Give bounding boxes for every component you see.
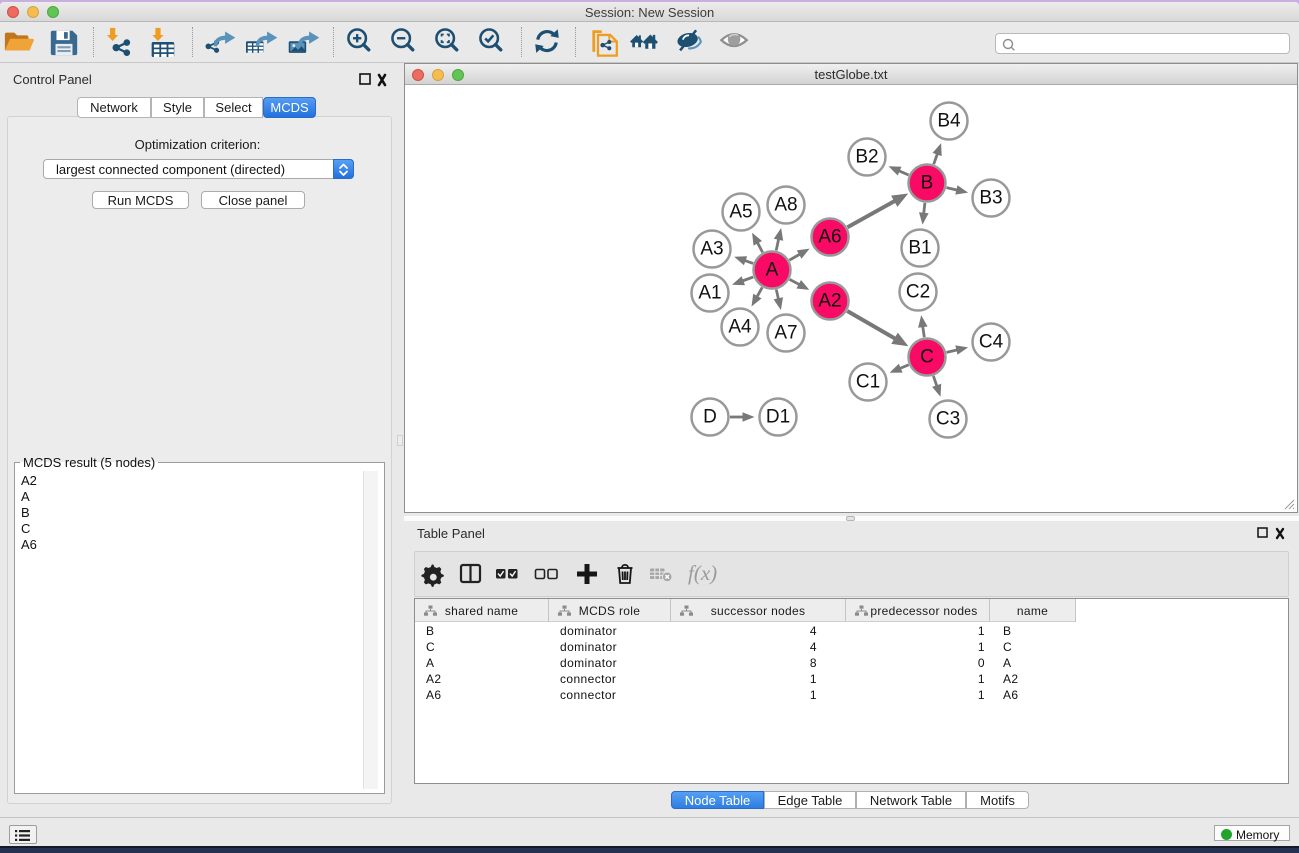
svg-text:C1: C1 xyxy=(856,372,880,393)
svg-text:A1: A1 xyxy=(698,283,721,304)
svg-text:B2: B2 xyxy=(855,147,878,168)
svg-text:D1: D1 xyxy=(766,407,790,428)
svg-text:A8: A8 xyxy=(774,195,797,216)
svg-text:A5: A5 xyxy=(729,202,752,223)
svg-text:A2: A2 xyxy=(818,291,841,312)
svg-text:C2: C2 xyxy=(906,282,930,303)
svg-text:B1: B1 xyxy=(908,238,931,259)
svg-text:A: A xyxy=(766,260,779,281)
svg-text:D: D xyxy=(703,407,717,428)
svg-text:C4: C4 xyxy=(979,332,1004,353)
svg-text:C: C xyxy=(920,347,934,368)
svg-text:B3: B3 xyxy=(979,188,1002,209)
svg-text:f(x): f(x) xyxy=(688,561,717,585)
svg-text:A4: A4 xyxy=(728,317,752,338)
svg-text:B: B xyxy=(921,173,934,194)
svg-text:B4: B4 xyxy=(937,111,961,132)
svg-text:A3: A3 xyxy=(700,239,723,260)
svg-text:C3: C3 xyxy=(936,409,960,430)
svg-text:A6: A6 xyxy=(818,227,841,248)
svg-text:A7: A7 xyxy=(774,323,797,344)
